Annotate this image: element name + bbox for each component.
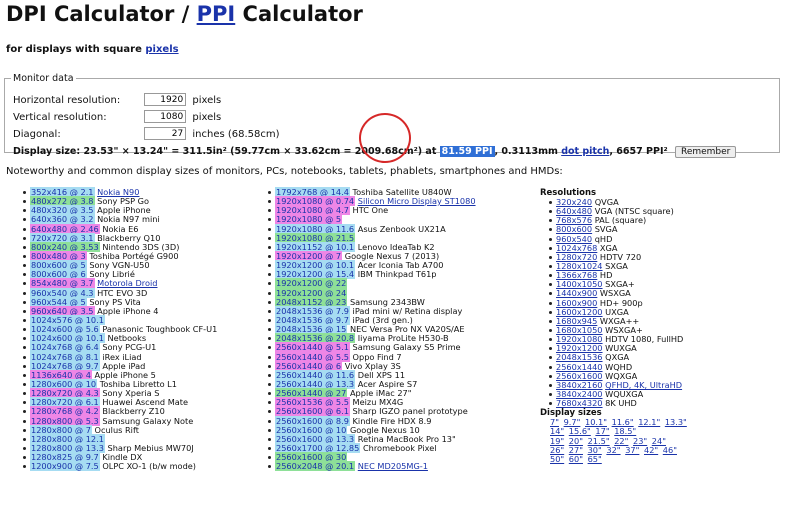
vertical-resolution-label: Vertical resolution: xyxy=(13,111,107,123)
display-size-link[interactable]: 12.1" xyxy=(638,417,660,427)
pitch-text: , 0.3113mm xyxy=(494,146,562,157)
horizontal-resolution-label: Horizontal resolution: xyxy=(13,94,121,106)
resolution-link[interactable]: 1920x1200 @ 22 xyxy=(275,278,348,289)
title-text-end: Calculator xyxy=(235,2,363,26)
display-size-link[interactable]: 46" xyxy=(663,445,677,455)
device-name: Chromebook Pixel xyxy=(362,442,437,453)
resolution-link[interactable]: 2560x1440 @ 5.1 xyxy=(275,342,350,353)
display-size-link[interactable]: 37" xyxy=(625,445,639,455)
display-size-link[interactable]: 18.5" xyxy=(614,426,636,436)
list-item: 7680x4320 8K UHD xyxy=(540,399,689,408)
resolution-link[interactable]: 2560x1600 @ 6.1 xyxy=(275,406,350,417)
vertical-unit: pixels xyxy=(192,111,222,123)
title-text: DPI Calculator / xyxy=(6,2,197,26)
resolution-link[interactable]: 854x480 @ 3.7 xyxy=(30,278,95,289)
display-size-link[interactable]: 32" xyxy=(606,445,620,455)
devices-column-2: 1792x768 @ 14.4 Toshiba Satellite U840W 1… xyxy=(267,187,476,472)
device-name: HTC One xyxy=(352,205,389,216)
subtitle-text: for displays with square xyxy=(6,44,146,55)
display-size-link[interactable]: 17" xyxy=(595,426,609,436)
page-title: DPI Calculator / PPI Calculator xyxy=(6,2,363,26)
highlight-circle xyxy=(359,113,411,163)
device-name: IBM Thinkpad T61p xyxy=(357,269,437,280)
horizontal-resolution-row: Horizontal resolution: pixels xyxy=(13,93,221,107)
devices-column-1: 352x416 @ 2.1 Nokia N90 480x272 @ 3.8 Son… xyxy=(22,187,217,472)
display-size-link[interactable]: 42" xyxy=(644,445,658,455)
horizontal-resolution-input[interactable] xyxy=(144,93,187,106)
resolution-link[interactable]: 640x360 @ 3.2 xyxy=(30,214,95,225)
list-item: 2560x2048 @ 20.1 NEC MD205MG-1 xyxy=(267,461,476,472)
display-size-link[interactable]: 14" xyxy=(550,426,564,436)
display-size-link[interactable]: 60" xyxy=(569,454,583,464)
ppi-squared-text: , 6657 PPI² xyxy=(609,146,668,157)
resolutions-column: Resolutions 320x240 QVGA 640x480 VGA (NTS… xyxy=(540,188,689,464)
dot-pitch-link[interactable]: dot pitch xyxy=(561,146,609,157)
horizontal-unit: pixels xyxy=(192,94,222,106)
display-sizes-row: 50" 60" 65" xyxy=(540,454,689,464)
resolution-name: 8K UHD xyxy=(605,398,637,409)
monitor-data-legend: Monitor data xyxy=(13,73,74,84)
resolution-link[interactable]: 1280x768 @ 4.2 xyxy=(30,406,100,417)
ppi-link[interactable]: PPI xyxy=(197,2,236,26)
remember-button[interactable]: Remember xyxy=(674,146,737,158)
pixels-link[interactable]: pixels xyxy=(145,44,178,55)
resolution-link[interactable]: 7680x4320 xyxy=(556,398,603,408)
vertical-resolution-input[interactable] xyxy=(144,110,187,123)
diagonal-label: Diagonal: xyxy=(13,128,61,140)
resolution-link[interactable]: 2560x2048 @ 20.1 xyxy=(275,461,356,472)
device-name[interactable]: NEC MD205MG-1 xyxy=(358,461,428,471)
display-size-link[interactable]: 50" xyxy=(550,454,564,464)
list-item: 1200x900 @ 7.5 OLPC XO-1 (b/w mode) xyxy=(22,461,217,472)
display-size-link[interactable]: 65" xyxy=(588,454,602,464)
resolution-link[interactable]: 1920x1080 @ 5 xyxy=(275,214,343,225)
diagonal-unit: inches (68.58cm) xyxy=(192,128,280,140)
diagonal-input[interactable] xyxy=(144,127,187,140)
diagonal-row: Diagonal: inches (68.58cm) xyxy=(13,127,280,141)
vertical-resolution-row: Vertical resolution: pixels xyxy=(13,110,221,124)
display-size-link[interactable]: 13.3" xyxy=(665,417,687,427)
page-subtitle: for displays with square pixels xyxy=(6,44,179,55)
resolution-link[interactable]: 1024x768 @ 6.4 xyxy=(30,342,100,353)
device-name: Asus Zenbook UX21A xyxy=(357,223,446,234)
device-name: OLPC XO-1 (b/w mode) xyxy=(102,461,196,472)
display-size-link[interactable]: 15.6" xyxy=(569,426,591,436)
ppi-result: 81.59 PPI xyxy=(439,146,495,157)
noteworthy-heading: Noteworthy and common display sizes of m… xyxy=(6,166,563,177)
resolution-link[interactable]: 1200x900 @ 7.5 xyxy=(30,461,100,472)
device-name: Apple iPhone 4 xyxy=(97,305,159,316)
